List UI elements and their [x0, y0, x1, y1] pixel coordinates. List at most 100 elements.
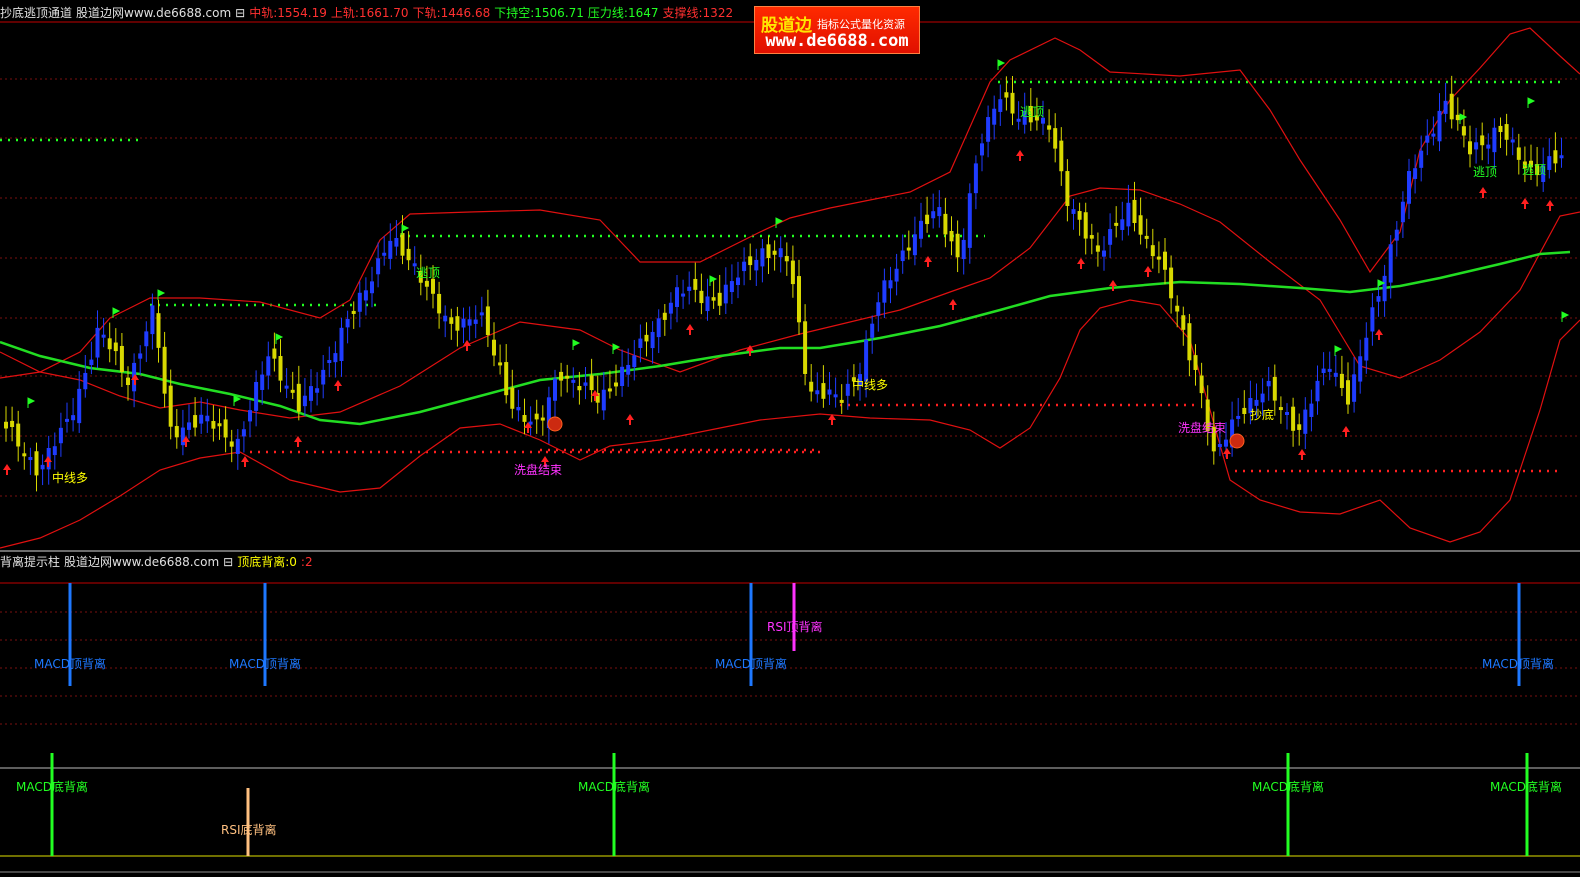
candlestick[interactable]	[1443, 82, 1448, 123]
candlestick[interactable]	[376, 242, 381, 288]
candlestick[interactable]	[906, 230, 911, 260]
candlestick[interactable]	[150, 293, 155, 350]
candlestick[interactable]	[1047, 109, 1052, 143]
candlestick[interactable]	[766, 235, 771, 275]
candlestick[interactable]	[351, 301, 356, 329]
candlestick[interactable]	[821, 365, 826, 408]
candlestick[interactable]	[1242, 390, 1247, 424]
candlestick[interactable]	[784, 242, 789, 276]
candlestick[interactable]	[248, 400, 252, 438]
candlestick[interactable]	[620, 349, 625, 397]
candlestick[interactable]	[510, 369, 515, 419]
candlestick[interactable]	[327, 346, 332, 378]
candlestick[interactable]	[571, 367, 576, 398]
candlestick[interactable]	[1321, 352, 1326, 386]
candlestick[interactable]	[174, 408, 179, 449]
candlestick[interactable]	[760, 238, 765, 283]
candlestick[interactable]	[1291, 397, 1296, 447]
candlestick[interactable]	[1138, 197, 1143, 245]
candlestick[interactable]	[394, 220, 399, 256]
candlestick[interactable]	[644, 322, 649, 357]
candlestick[interactable]	[1297, 413, 1302, 446]
candlestick[interactable]	[601, 371, 606, 420]
candlestick[interactable]	[870, 315, 875, 354]
candlestick[interactable]	[1278, 396, 1283, 424]
candlestick[interactable]	[65, 402, 69, 433]
candlestick[interactable]	[101, 317, 106, 348]
candlestick[interactable]	[559, 362, 564, 397]
candlestick[interactable]	[217, 408, 222, 440]
candlestick[interactable]	[882, 268, 887, 319]
candlestick[interactable]	[656, 309, 661, 354]
candlestick[interactable]	[315, 372, 320, 406]
candlestick[interactable]	[284, 368, 289, 399]
candlestick[interactable]	[632, 339, 637, 381]
candlestick[interactable]	[1126, 184, 1131, 236]
candlestick[interactable]	[1053, 113, 1058, 163]
candlestick[interactable]	[607, 370, 612, 399]
candlestick[interactable]	[455, 306, 460, 347]
candlestick[interactable]	[888, 266, 893, 304]
candlestick[interactable]	[528, 406, 533, 436]
candlestick[interactable]	[668, 292, 673, 330]
candlestick[interactable]	[699, 273, 704, 315]
candlestick[interactable]	[967, 183, 972, 264]
candlestick[interactable]	[1468, 125, 1472, 168]
candlestick[interactable]	[52, 432, 57, 470]
candlestick[interactable]	[894, 253, 899, 296]
candlestick[interactable]	[40, 454, 45, 486]
candlestick[interactable]	[339, 317, 344, 377]
candlestick[interactable]	[266, 341, 271, 390]
candlestick[interactable]	[1407, 158, 1411, 220]
candlestick[interactable]	[1266, 366, 1271, 401]
candlestick[interactable]	[809, 364, 814, 402]
candlestick[interactable]	[449, 308, 454, 340]
candlestick[interactable]	[736, 261, 740, 299]
candlestick[interactable]	[675, 274, 679, 323]
candlestick[interactable]	[34, 442, 39, 492]
candlestick[interactable]	[973, 155, 978, 210]
candlestick[interactable]	[1437, 93, 1442, 152]
candlestick[interactable]	[729, 264, 734, 305]
candlestick[interactable]	[321, 355, 326, 399]
candlestick[interactable]	[1163, 237, 1167, 285]
candlestick[interactable]	[138, 345, 143, 375]
candlestick[interactable]	[1480, 122, 1485, 161]
candlestick[interactable]	[1474, 127, 1479, 164]
candlestick[interactable]	[1181, 306, 1186, 346]
candlestick[interactable]	[723, 267, 728, 315]
candlestick[interactable]	[687, 271, 692, 305]
candlestick[interactable]	[1333, 355, 1338, 387]
candlestick[interactable]	[1455, 97, 1460, 131]
candlestick[interactable]	[522, 398, 527, 435]
candlestick[interactable]	[180, 409, 185, 456]
candlestick[interactable]	[955, 220, 960, 273]
candlestick[interactable]	[333, 341, 338, 378]
candlestick[interactable]	[187, 404, 191, 439]
candlestick[interactable]	[1187, 313, 1192, 377]
candlestick[interactable]	[1156, 241, 1161, 274]
candlestick[interactable]	[553, 369, 557, 417]
candlestick[interactable]	[260, 361, 265, 405]
candlestick[interactable]	[1059, 127, 1064, 186]
candlestick[interactable]	[540, 405, 545, 436]
candlestick[interactable]	[546, 386, 551, 444]
candlestick[interactable]	[1071, 199, 1076, 230]
candlestick[interactable]	[717, 274, 722, 316]
candlestick[interactable]	[992, 95, 997, 140]
candlestick[interactable]	[900, 234, 905, 274]
grid-icon[interactable]: ⊟	[235, 6, 245, 20]
candlestick[interactable]	[443, 305, 448, 338]
candlestick[interactable]	[662, 304, 667, 336]
candlestick[interactable]	[71, 397, 76, 432]
candlestick[interactable]	[1346, 362, 1350, 414]
candlestick[interactable]	[4, 406, 8, 442]
candlestick[interactable]	[168, 369, 173, 440]
candlestick[interactable]	[742, 247, 747, 286]
candlestick[interactable]	[492, 322, 496, 367]
candlestick[interactable]	[1547, 138, 1552, 179]
candlestick[interactable]	[797, 259, 801, 335]
candlestick[interactable]	[626, 348, 631, 387]
candlestick[interactable]	[485, 289, 490, 348]
chart-stage[interactable]: 中线多逃顶洗盘结束中线多逃顶洗盘结束抄底逃顶 逃顶 MACD顶背离 MACD顶背离R…	[0, 0, 1580, 877]
